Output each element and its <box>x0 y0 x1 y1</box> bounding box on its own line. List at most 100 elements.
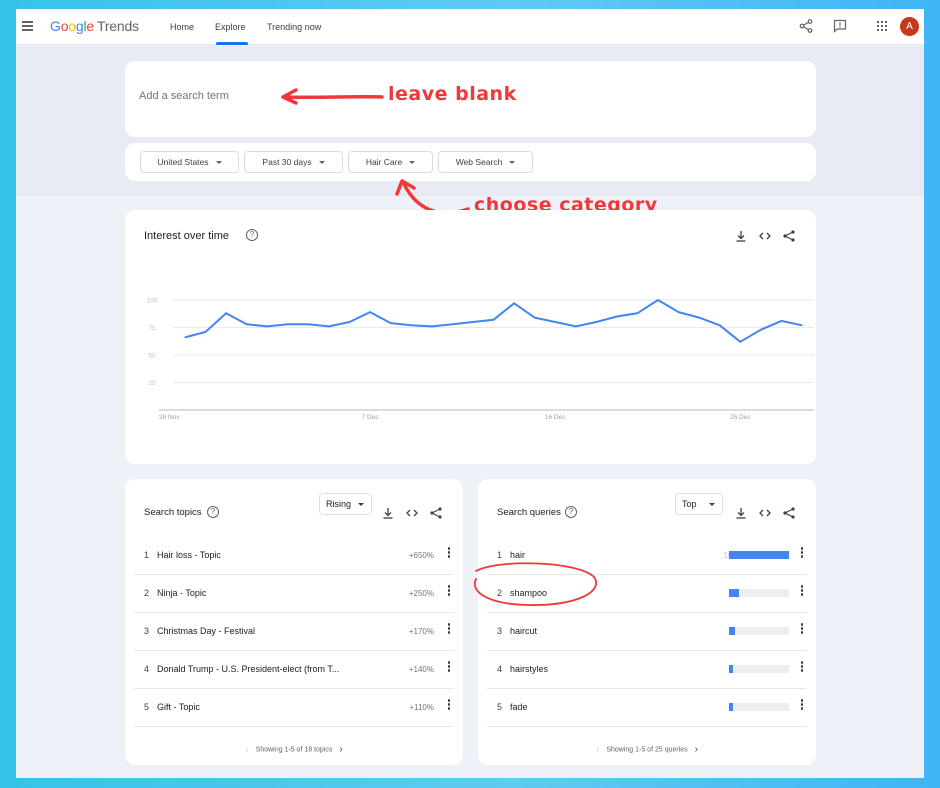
queries-mode-select[interactable]: Top <box>675 493 723 515</box>
topic-row[interactable]: 5 Gift - Topic +110% <box>134 689 454 727</box>
query-row[interactable]: 5 fade 7 <box>487 689 807 727</box>
more-vert-icon[interactable] <box>799 623 805 639</box>
topic-rank: 3 <box>144 626 150 636</box>
data-point[interactable] <box>348 321 351 323</box>
caret-down-icon <box>215 161 222 165</box>
queries-title: Search queries <box>497 507 561 518</box>
embed-icon[interactable] <box>758 506 772 520</box>
data-point[interactable] <box>492 319 495 321</box>
interest-over-time-card: Interest over time ? 25 50 75 100 28 Nov 7 De… <box>125 210 816 464</box>
data-point[interactable] <box>719 324 721 326</box>
query-row[interactable]: 4 hairstyles 7 <box>487 651 807 689</box>
topic-label[interactable]: Ninja - Topic <box>157 588 206 598</box>
data-point[interactable] <box>369 311 371 313</box>
more-vert-icon[interactable] <box>446 547 452 563</box>
data-point[interactable] <box>657 299 659 301</box>
data-point[interactable] <box>328 325 330 327</box>
more-vert-icon[interactable] <box>799 661 805 677</box>
download-icon[interactable] <box>381 506 395 520</box>
query-label[interactable]: hairstyles <box>510 664 548 674</box>
top-app-bar: Google Trends Home Explore Trending now A <box>16 9 924 45</box>
menu-icon[interactable] <box>22 21 33 31</box>
data-point[interactable] <box>266 325 268 327</box>
data-point[interactable] <box>451 323 453 325</box>
data-point[interactable] <box>636 312 639 314</box>
nav-explore[interactable]: Explore <box>215 22 246 32</box>
query-row[interactable]: 3 haircut 10 <box>487 613 807 651</box>
data-point[interactable] <box>801 324 803 326</box>
data-point[interactable] <box>225 312 227 314</box>
topic-label[interactable]: Gift - Topic <box>157 702 200 712</box>
download-icon[interactable] <box>734 506 748 520</box>
help-icon[interactable]: ? <box>565 506 577 518</box>
topic-row[interactable]: 2 Ninja - Topic +250% <box>134 575 454 613</box>
data-point[interactable] <box>390 322 392 324</box>
more-vert-icon[interactable] <box>799 585 805 601</box>
topic-rank: 2 <box>144 588 150 598</box>
data-point[interactable] <box>554 321 556 323</box>
topic-label[interactable]: Hair loss - Topic <box>157 550 221 560</box>
nav-home[interactable]: Home <box>170 22 194 32</box>
nav-trending-now[interactable]: Trending now <box>267 22 321 32</box>
query-label[interactable]: hair <box>510 550 525 560</box>
apps-icon[interactable] <box>874 18 890 34</box>
active-tab-indicator <box>216 42 248 45</box>
category-filter[interactable]: Hair Care <box>348 151 433 173</box>
interest-line-chart[interactable]: 25 50 75 100 28 Nov 7 Dec 16 Dec 25 Dec <box>125 210 816 464</box>
data-point[interactable] <box>204 331 207 333</box>
series-line-hair-care[interactable] <box>184 299 803 343</box>
data-point[interactable] <box>513 302 515 304</box>
topic-row[interactable]: 3 Christmas Day - Festival +170% <box>134 613 454 651</box>
chevron-right-icon[interactable]: › <box>339 744 342 755</box>
chevron-right-icon[interactable]: › <box>695 744 698 755</box>
more-vert-icon[interactable] <box>446 585 452 601</box>
search-type-filter[interactable]: Web Search <box>438 151 533 173</box>
topic-row[interactable]: 4 Donald Trump - U.S. President-elect (f… <box>134 651 454 689</box>
data-point[interactable] <box>780 320 783 322</box>
data-point[interactable] <box>287 323 289 325</box>
more-vert-icon[interactable] <box>799 547 805 563</box>
data-point[interactable] <box>760 329 762 331</box>
more-vert-icon[interactable] <box>799 699 805 715</box>
y-tick-label: 75 <box>148 325 156 332</box>
query-label[interactable]: haircut <box>510 626 537 636</box>
data-point[interactable] <box>307 323 309 325</box>
share-icon[interactable] <box>429 506 443 520</box>
topic-row[interactable]: 1 Hair loss - Topic +650% <box>134 537 454 575</box>
account-avatar[interactable]: A <box>900 17 919 36</box>
topics-mode-select[interactable]: Rising <box>319 493 372 515</box>
embed-icon[interactable] <box>405 506 419 520</box>
data-point[interactable] <box>616 315 618 318</box>
time-range-filter[interactable]: Past 30 days <box>244 151 343 173</box>
data-point[interactable] <box>246 323 248 325</box>
caret-down-icon <box>709 503 715 506</box>
data-point[interactable] <box>431 325 433 327</box>
data-point[interactable] <box>472 321 474 323</box>
help-icon[interactable]: ? <box>207 506 219 518</box>
query-label[interactable]: fade <box>510 702 528 712</box>
more-vert-icon[interactable] <box>446 623 452 639</box>
google-trends-logo[interactable]: Google Trends <box>50 18 139 34</box>
data-point[interactable] <box>184 336 186 338</box>
share-icon[interactable] <box>798 18 814 34</box>
chevron-left-icon[interactable]: ‹ <box>596 744 599 755</box>
caret-down-icon <box>358 503 364 506</box>
data-point[interactable] <box>575 325 577 327</box>
more-vert-icon[interactable] <box>446 661 452 677</box>
feedback-icon[interactable] <box>832 18 848 34</box>
annotation-circle-shampoo <box>473 562 597 606</box>
data-point[interactable] <box>698 317 700 319</box>
query-score-bar <box>729 589 789 597</box>
region-filter[interactable]: United States <box>140 151 239 173</box>
data-point[interactable] <box>678 311 680 313</box>
data-point[interactable] <box>739 341 741 343</box>
share-icon[interactable] <box>782 506 796 520</box>
data-point[interactable] <box>534 317 536 319</box>
more-vert-icon[interactable] <box>446 699 452 715</box>
chevron-left-icon[interactable]: ‹ <box>245 744 248 755</box>
topic-label[interactable]: Donald Trump - U.S. President-elect (fro… <box>157 664 339 674</box>
topic-label[interactable]: Christmas Day - Festival <box>157 626 255 636</box>
data-point[interactable] <box>595 321 597 323</box>
query-score-bar-fill <box>729 627 735 635</box>
data-point[interactable] <box>410 324 412 326</box>
